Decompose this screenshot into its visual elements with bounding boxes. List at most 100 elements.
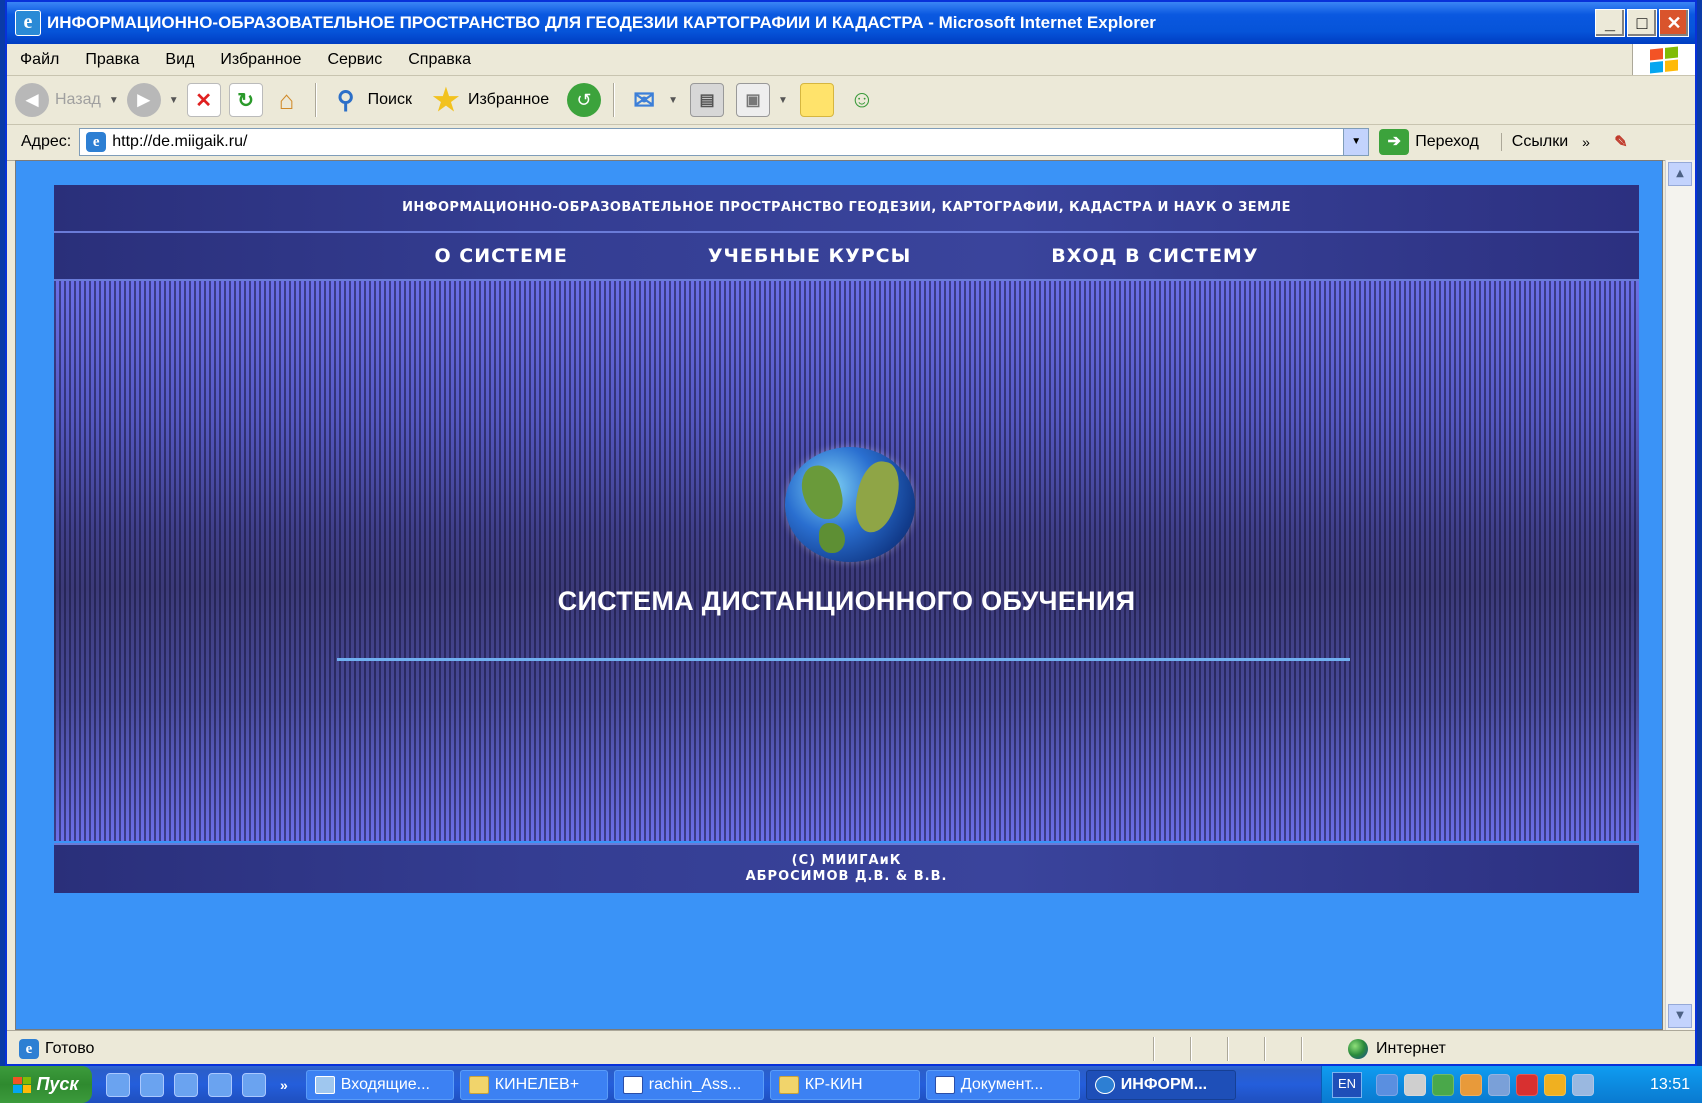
- title-bar[interactable]: e ИНФОРМАЦИОННО-ОБРАЗОВАТЕЛЬНОЕ ПРОСТРАН…: [7, 2, 1695, 44]
- page-status-icon: e: [19, 1039, 39, 1059]
- messenger-tray-icon[interactable]: [1432, 1073, 1454, 1096]
- home-icon: ⌂: [278, 84, 295, 115]
- status-cells: [1153, 1037, 1338, 1061]
- back-dropdown-icon[interactable]: ▼: [109, 95, 119, 106]
- display-icon[interactable]: [1572, 1073, 1594, 1096]
- status-left: e Готово: [13, 1039, 1153, 1059]
- close-button[interactable]: ✕: [1659, 9, 1689, 37]
- mail-icon: ✉: [633, 84, 655, 115]
- links-more-icon[interactable]: »: [1582, 134, 1590, 150]
- address-url[interactable]: http://de.miigaik.ru/: [112, 133, 247, 151]
- taskbar: Пуск » Входящие... КИНЕЛЕВ+ rachin_Ass..…: [0, 1066, 1702, 1103]
- menu-file[interactable]: Файл: [7, 51, 72, 69]
- security-zone: Интернет: [1348, 1039, 1446, 1059]
- star-icon: ★: [432, 83, 460, 117]
- ie-icon: e: [15, 10, 41, 36]
- scroll-up-button[interactable]: ▲: [1668, 162, 1692, 186]
- minimize-button[interactable]: _: [1595, 9, 1625, 37]
- home-button[interactable]: ⌂: [271, 84, 303, 116]
- favorites-label: Избранное: [468, 91, 550, 108]
- connection-icon[interactable]: [1488, 1073, 1510, 1096]
- go-button[interactable]: ➔ Переход: [1379, 129, 1479, 155]
- scroll-down-button[interactable]: ▼: [1668, 1004, 1692, 1028]
- nav-about[interactable]: О СИСТЕМЕ: [435, 245, 568, 267]
- vertical-scrollbar[interactable]: ▲ ▼: [1665, 160, 1695, 1030]
- forward-button[interactable]: ► ▼: [126, 83, 179, 117]
- address-label: Адрес:: [21, 133, 72, 150]
- back-button[interactable]: ◄ Назад ▼: [15, 83, 119, 117]
- toolbar: ◄ Назад ▼ ► ▼ ✕ ↻ ⌂ ⚲ Поиск ★ Избранное …: [7, 76, 1695, 125]
- antivirus-icon[interactable]: [1516, 1073, 1538, 1096]
- start-button[interactable]: Пуск: [0, 1066, 92, 1103]
- forward-arrow-icon: ►: [126, 83, 161, 117]
- update-icon[interactable]: [1460, 1073, 1482, 1096]
- menu-help[interactable]: Справка: [395, 51, 484, 69]
- network-icon[interactable]: [1376, 1073, 1398, 1096]
- menu-favorites[interactable]: Избранное: [207, 51, 314, 69]
- messenger-icon: ☺: [849, 86, 875, 113]
- site-header: ИНФОРМАЦИОННО-ОБРАЗОВАТЕЛЬНОЕ ПРОСТРАНСТ…: [54, 185, 1639, 233]
- forward-dropdown-icon[interactable]: ▼: [169, 95, 179, 106]
- nav-courses[interactable]: УЧЕБНЫЕ КУРСЫ: [708, 245, 911, 267]
- notes-icon[interactable]: [1544, 1073, 1566, 1096]
- stop-icon: ✕: [186, 83, 221, 117]
- clock: 13:51: [1649, 1075, 1690, 1093]
- links-button[interactable]: Ссылки: [1500, 133, 1568, 151]
- edit-button[interactable]: ▣ ▼: [736, 83, 788, 117]
- menu-view[interactable]: Вид: [152, 51, 207, 69]
- task-ie-active[interactable]: ИНФОРМ...: [1085, 1069, 1236, 1100]
- address-dropdown-icon[interactable]: ▼: [1343, 129, 1369, 155]
- quicklaunch-more[interactable]: »: [280, 1077, 288, 1093]
- footer-authors: АБРОСИМОВ Д.В. & В.В.: [745, 869, 948, 884]
- task-document[interactable]: Документ...: [925, 1069, 1080, 1100]
- favorites-button[interactable]: ★ Избранное: [430, 83, 550, 117]
- outlook-quicklaunch-icon[interactable]: [174, 1072, 198, 1097]
- status-text: Готово: [45, 1040, 95, 1057]
- footer-copyright: (С) МИИГАиК: [791, 853, 902, 868]
- mail-quicklaunch-icon[interactable]: [242, 1072, 266, 1097]
- menu-tools[interactable]: Сервис: [314, 51, 395, 69]
- address-bar: Адрес: e http://de.miigaik.ru/ ▼ ➔ Перех…: [7, 124, 1695, 161]
- task-inbox[interactable]: Входящие...: [305, 1069, 454, 1100]
- task-rachin[interactable]: rachin_Ass...: [613, 1069, 764, 1100]
- volume-icon[interactable]: [1404, 1073, 1426, 1096]
- task-label: КР-КИН: [804, 1075, 863, 1093]
- nav-login[interactable]: ВХОД В СИСТЕМУ: [1051, 245, 1258, 267]
- menu-edit[interactable]: Правка: [72, 51, 152, 69]
- task-kr-kin[interactable]: КР-КИН: [769, 1069, 920, 1100]
- mail-button[interactable]: ✉ ▼: [628, 84, 678, 116]
- go-arrow-icon: ➔: [1379, 129, 1410, 155]
- printer-icon: ▤: [690, 83, 724, 117]
- messenger-button[interactable]: ☺: [846, 84, 878, 116]
- mail-dropdown-icon[interactable]: ▼: [668, 95, 678, 106]
- stop-button[interactable]: ✕: [186, 83, 221, 117]
- ie-quicklaunch-icon[interactable]: [140, 1072, 164, 1097]
- task-kinelev[interactable]: КИНЕЛЕВ+: [459, 1069, 608, 1100]
- discuss-button[interactable]: [799, 83, 834, 117]
- toolbar-separator: [314, 83, 316, 117]
- history-button[interactable]: ↺: [567, 83, 602, 117]
- search-button[interactable]: ⚲ Поиск: [330, 84, 412, 116]
- refresh-button[interactable]: ↻: [228, 83, 263, 117]
- media-player-icon[interactable]: [106, 1072, 130, 1097]
- maximize-button[interactable]: □: [1627, 9, 1657, 37]
- address-input[interactable]: e http://de.miigaik.ru/ ▼: [79, 128, 1370, 156]
- language-indicator[interactable]: EN: [1332, 1071, 1362, 1098]
- save-icon[interactable]: [208, 1072, 232, 1097]
- folder-icon: [468, 1075, 489, 1094]
- system-tray: EN 13:51: [1321, 1066, 1702, 1103]
- task-label: ИНФОРМ...: [1120, 1075, 1208, 1093]
- task-label: КИНЕЛЕВ+: [494, 1075, 580, 1093]
- back-arrow-icon: ◄: [15, 83, 49, 117]
- page-title: СИСТЕМА ДИСТАНЦИОННОГО ОБУЧЕНИЯ: [557, 586, 1136, 616]
- edit-dropdown-icon[interactable]: ▼: [778, 95, 788, 106]
- title-divider: [337, 658, 1350, 661]
- internet-zone-icon: [1348, 1039, 1368, 1059]
- page-viewport: ИНФОРМАЦИОННО-ОБРАЗОВАТЕЛЬНОЕ ПРОСТРАНСТ…: [15, 160, 1663, 1030]
- status-bar: e Готово Интернет: [7, 1030, 1695, 1064]
- site-nav: О СИСТЕМЕ УЧЕБНЫЕ КУРСЫ ВХОД В СИСТЕМУ: [54, 233, 1639, 281]
- task-label: Входящие...: [340, 1075, 430, 1093]
- translate-icon[interactable]: ✎: [1608, 129, 1634, 155]
- search-label: Поиск: [367, 91, 412, 108]
- print-button[interactable]: ▤: [690, 83, 724, 117]
